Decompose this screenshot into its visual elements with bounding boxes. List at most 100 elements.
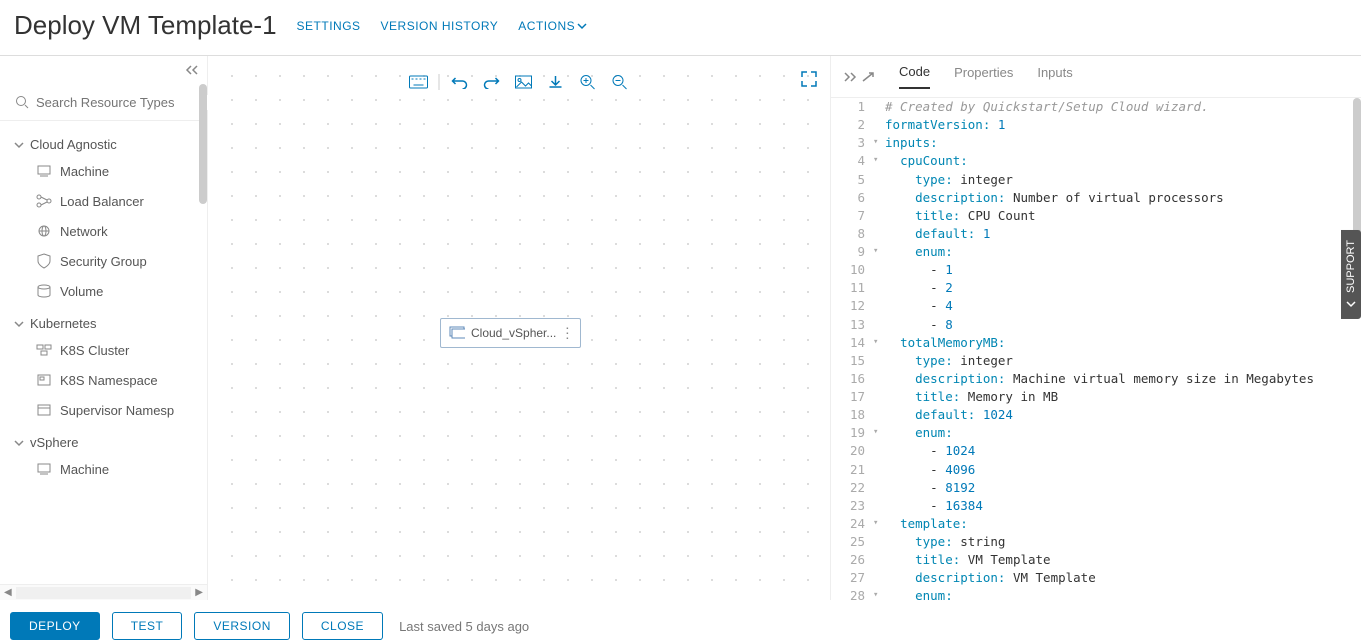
- tree-group[interactable]: vSphere: [0, 425, 207, 454]
- actions-dropdown[interactable]: ACTIONS: [518, 19, 587, 33]
- code-pane-header: Code Properties Inputs: [831, 56, 1361, 98]
- deploy-button[interactable]: DEPLOY: [10, 612, 100, 640]
- code-line[interactable]: 26 title: VM Template: [831, 551, 1361, 569]
- tree-item[interactable]: Machine: [0, 454, 207, 484]
- fold-toggle[interactable]: ▾: [873, 243, 885, 261]
- tab-inputs[interactable]: Inputs: [1037, 65, 1072, 88]
- line-number: 26: [831, 551, 873, 569]
- code-line[interactable]: 24▾ template:: [831, 515, 1361, 533]
- line-number: 10: [831, 261, 873, 279]
- tree-item[interactable]: Security Group: [0, 246, 207, 276]
- zoom-out-button[interactable]: [606, 70, 634, 94]
- canvas-node-cloud-vsphere[interactable]: Cloud_vSpher... ⋮: [440, 318, 581, 348]
- test-button[interactable]: TEST: [112, 612, 183, 640]
- code-line[interactable]: 21 - 4096: [831, 461, 1361, 479]
- support-tab[interactable]: SUPPORT: [1341, 230, 1361, 319]
- line-content: title: CPU Count: [885, 207, 1361, 225]
- line-number: 18: [831, 406, 873, 424]
- machine-icon: [449, 325, 465, 341]
- code-line[interactable]: 19▾ enum:: [831, 424, 1361, 442]
- code-line[interactable]: 6 description: Number of virtual process…: [831, 189, 1361, 207]
- editor-scrollbar[interactable]: [1353, 98, 1361, 600]
- image-button[interactable]: [510, 70, 538, 94]
- code-line[interactable]: 4▾ cpuCount:: [831, 152, 1361, 170]
- page-header: Deploy VM Template-1 SETTINGS VERSION HI…: [0, 0, 1361, 55]
- tree-item[interactable]: K8S Namespace: [0, 365, 207, 395]
- code-line[interactable]: 28▾ enum:: [831, 587, 1361, 600]
- line-number: 13: [831, 316, 873, 334]
- code-line[interactable]: 12 - 4: [831, 297, 1361, 315]
- code-line[interactable]: 10 - 1: [831, 261, 1361, 279]
- code-line[interactable]: 25 type: string: [831, 533, 1361, 551]
- close-button[interactable]: CLOSE: [302, 612, 383, 640]
- item-label: Supervisor Namesp: [60, 403, 174, 418]
- tree-item[interactable]: K8S Cluster: [0, 335, 207, 365]
- sidebar-collapse-button[interactable]: [0, 56, 207, 84]
- code-line[interactable]: 13 - 8: [831, 316, 1361, 334]
- search-input[interactable]: [36, 95, 212, 110]
- code-line[interactable]: 8 default: 1: [831, 225, 1361, 243]
- tree-item[interactable]: Machine: [0, 156, 207, 186]
- code-editor[interactable]: 1# Created by Quickstart/Setup Cloud wiz…: [831, 98, 1361, 600]
- tree-item[interactable]: Volume: [0, 276, 207, 306]
- code-line[interactable]: 2formatVersion: 1: [831, 116, 1361, 134]
- fold-toggle[interactable]: ▾: [873, 334, 885, 352]
- version-history-link[interactable]: VERSION HISTORY: [381, 19, 499, 33]
- code-line[interactable]: 7 title: CPU Count: [831, 207, 1361, 225]
- code-line[interactable]: 11 - 2: [831, 279, 1361, 297]
- fold-toggle[interactable]: ▾: [873, 515, 885, 533]
- line-number: 23: [831, 497, 873, 515]
- resource-sidebar: Cloud AgnosticMachineLoad BalancerNetwor…: [0, 56, 208, 600]
- zoom-in-button[interactable]: [574, 70, 602, 94]
- code-line[interactable]: 1# Created by Quickstart/Setup Cloud wiz…: [831, 98, 1361, 116]
- redo-button[interactable]: [478, 70, 506, 94]
- resource-tree[interactable]: Cloud AgnosticMachineLoad BalancerNetwor…: [0, 121, 207, 584]
- chevron-down-icon: [14, 438, 24, 448]
- code-line[interactable]: 9▾ enum:: [831, 243, 1361, 261]
- download-button[interactable]: [542, 70, 570, 94]
- machine-icon: [36, 461, 52, 477]
- code-line[interactable]: 3▾inputs:: [831, 134, 1361, 152]
- line-number: 9: [831, 243, 873, 261]
- tree-item[interactable]: Load Balancer: [0, 186, 207, 216]
- line-number: 7: [831, 207, 873, 225]
- tree-item[interactable]: Supervisor Namesp: [0, 395, 207, 425]
- tab-properties[interactable]: Properties: [954, 65, 1013, 88]
- version-button[interactable]: VERSION: [194, 612, 290, 640]
- code-line[interactable]: 27 description: VM Template: [831, 569, 1361, 587]
- tree-group[interactable]: Cloud Agnostic: [0, 127, 207, 156]
- keyboard-icon: [409, 75, 429, 89]
- sidebar-scrollbar[interactable]: [199, 84, 207, 584]
- undo-button[interactable]: [446, 70, 474, 94]
- scroll-left-icon[interactable]: ◀: [0, 587, 16, 598]
- fold-toggle[interactable]: ▾: [873, 134, 885, 152]
- code-line[interactable]: 16 description: Machine virtual memory s…: [831, 370, 1361, 388]
- node-menu-button[interactable]: ⋮: [560, 325, 574, 342]
- code-line[interactable]: 20 - 1024: [831, 442, 1361, 460]
- code-pane-expand-button[interactable]: [843, 71, 875, 83]
- security-group-icon: [36, 253, 52, 269]
- code-line[interactable]: 23 - 16384: [831, 497, 1361, 515]
- fold-toggle[interactable]: ▾: [873, 587, 885, 600]
- code-line[interactable]: 14▾ totalMemoryMB:: [831, 334, 1361, 352]
- item-label: Volume: [60, 284, 103, 299]
- code-line[interactable]: 18 default: 1024: [831, 406, 1361, 424]
- tree-item[interactable]: Network: [0, 216, 207, 246]
- design-canvas[interactable]: Cloud_vSpher... ⋮: [212, 56, 826, 596]
- keyboard-button[interactable]: [405, 70, 433, 94]
- code-line[interactable]: 15 type: integer: [831, 352, 1361, 370]
- line-content: cpuCount:: [885, 152, 1361, 170]
- fold-toggle[interactable]: ▾: [873, 152, 885, 170]
- line-content: # Created by Quickstart/Setup Cloud wiza…: [885, 98, 1361, 116]
- load-balancer-icon: [36, 193, 52, 209]
- scroll-right-icon[interactable]: ▶: [191, 587, 207, 598]
- code-line[interactable]: 22 - 8192: [831, 479, 1361, 497]
- code-line[interactable]: 5 type: integer: [831, 171, 1361, 189]
- fold-toggle[interactable]: ▾: [873, 424, 885, 442]
- sidebar-hscroll[interactable]: ◀ ▶: [0, 584, 207, 600]
- code-line[interactable]: 17 title: Memory in MB: [831, 388, 1361, 406]
- settings-link[interactable]: SETTINGS: [297, 19, 361, 33]
- undo-icon: [451, 75, 469, 89]
- tab-code[interactable]: Code: [899, 64, 930, 89]
- tree-group[interactable]: Kubernetes: [0, 306, 207, 335]
